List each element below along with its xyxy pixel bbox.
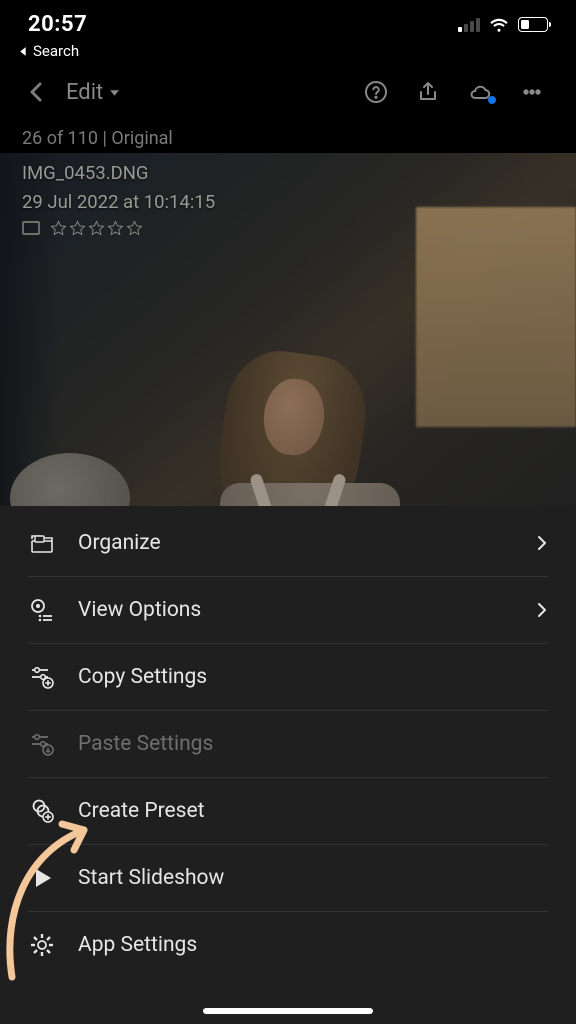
photo-metadata-overlay: IMG_0453.DNG 29 Jul 2022 at 10:14:15 xyxy=(22,159,554,237)
chevron-right-icon xyxy=(536,535,548,551)
cellular-signal-icon xyxy=(458,16,480,32)
photo-position-info: 26 of 110 | Original xyxy=(0,116,576,153)
paste-settings-icon xyxy=(28,730,56,758)
more-horizontal-icon xyxy=(520,80,544,104)
menu-item-organize[interactable]: Organize xyxy=(0,510,576,576)
chevron-left-icon xyxy=(28,82,46,102)
help-button[interactable] xyxy=(354,74,398,110)
action-sheet: Organize View Options Copy Settings Past… xyxy=(0,506,576,1024)
star-icon xyxy=(50,220,67,237)
share-icon xyxy=(416,80,440,104)
star-rating[interactable] xyxy=(50,220,143,237)
status-icons xyxy=(458,13,548,35)
photo-datetime: 29 Jul 2022 at 10:14:15 xyxy=(22,188,554,217)
menu-label: App Settings xyxy=(78,933,548,957)
menu-label: Create Preset xyxy=(78,799,548,823)
battery-icon xyxy=(518,17,548,32)
gear-icon xyxy=(28,931,56,959)
menu-label: Paste Settings xyxy=(78,732,548,756)
share-button[interactable] xyxy=(406,74,450,110)
menu-label: Organize xyxy=(78,531,514,555)
flag-icon[interactable] xyxy=(22,221,40,237)
menu-label: Start Slideshow xyxy=(78,866,548,890)
menu-item-paste-settings: Paste Settings xyxy=(0,711,576,777)
create-preset-icon xyxy=(28,797,56,825)
play-icon xyxy=(28,864,56,892)
triangle-left-icon xyxy=(18,46,29,57)
mode-dropdown[interactable]: Edit xyxy=(60,78,126,107)
toolbar: Edit xyxy=(0,64,576,116)
back-to-app-label: Search xyxy=(33,42,79,60)
screen: 20:57 Search Edit xyxy=(0,0,576,1024)
star-icon xyxy=(88,220,105,237)
menu-item-create-preset[interactable]: Create Preset xyxy=(0,778,576,844)
menu-item-app-settings[interactable]: App Settings xyxy=(0,912,576,978)
cloud-icon xyxy=(468,80,492,104)
photo-preview[interactable]: IMG_0453.DNG 29 Jul 2022 at 10:14:15 xyxy=(0,153,576,533)
menu-item-copy-settings[interactable]: Copy Settings xyxy=(0,644,576,710)
menu-item-view-options[interactable]: View Options xyxy=(0,577,576,643)
star-icon xyxy=(107,220,124,237)
more-button[interactable] xyxy=(510,74,554,110)
triangle-down-icon xyxy=(109,87,120,98)
photo-filename: IMG_0453.DNG xyxy=(22,159,554,188)
wifi-icon xyxy=(488,13,510,35)
home-indicator[interactable] xyxy=(203,1008,373,1014)
status-bar: 20:57 xyxy=(0,0,576,40)
copy-settings-icon xyxy=(28,663,56,691)
back-to-app[interactable]: Search xyxy=(0,40,576,64)
organize-icon xyxy=(28,529,56,557)
question-circle-icon xyxy=(364,80,388,104)
menu-item-start-slideshow[interactable]: Start Slideshow xyxy=(0,845,576,911)
status-time: 20:57 xyxy=(28,12,87,37)
menu-label: View Options xyxy=(78,598,514,622)
menu-label: Copy Settings xyxy=(78,665,548,689)
cloud-sync-button[interactable] xyxy=(458,74,502,110)
view-options-icon xyxy=(28,596,56,624)
mode-label: Edit xyxy=(66,80,103,105)
star-icon xyxy=(69,220,86,237)
chevron-right-icon xyxy=(536,602,548,618)
back-button[interactable] xyxy=(22,78,52,106)
star-icon xyxy=(126,220,143,237)
